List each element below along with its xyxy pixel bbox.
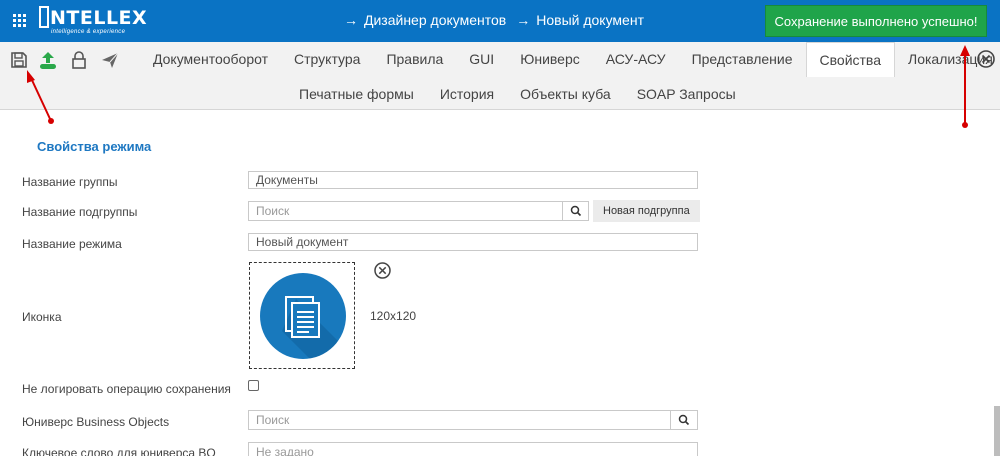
mode-label: Название режима — [22, 237, 122, 251]
sub-tabs: Печатные формы История Объекты куба SOAP… — [286, 80, 749, 108]
tab-asu-asu[interactable]: АСУ-АСУ — [593, 42, 679, 76]
lock-icon[interactable] — [69, 50, 89, 70]
success-toast[interactable]: Сохранение выполнено успешно! — [765, 5, 987, 37]
no-log-checkbox[interactable] — [248, 380, 259, 391]
close-icon[interactable] — [976, 49, 996, 69]
tab-universe[interactable]: Юниверс — [507, 42, 593, 76]
send-icon[interactable] — [100, 50, 120, 70]
document-icon — [260, 273, 346, 359]
mode-name-field[interactable] — [248, 233, 698, 251]
tab-soap-requests[interactable]: SOAP Запросы — [624, 80, 749, 108]
logo-tagline: intelligence & experience — [51, 29, 126, 35]
universe-label: Юниверс Business Objects — [22, 415, 170, 429]
icon-size-text: 120x120 — [370, 309, 417, 323]
tab-docflow[interactable]: Документооборот — [140, 42, 281, 76]
breadcrumb-item-designer[interactable]: Дизайнер документов — [364, 12, 506, 28]
upload-icon[interactable] — [38, 50, 58, 70]
tab-properties[interactable]: Свойства — [805, 42, 895, 77]
subgroup-search-button[interactable] — [562, 201, 589, 221]
tab-structure[interactable]: Структура — [281, 42, 373, 76]
keyword-field[interactable] — [248, 442, 698, 456]
keyword-label: Ключевое слово для юниверса BO — [22, 446, 216, 456]
tab-view[interactable]: Представление — [679, 42, 806, 76]
save-icon[interactable] — [9, 50, 29, 70]
tab-gui[interactable]: GUI — [456, 42, 507, 76]
subgroup-label: Название подгруппы — [22, 205, 138, 219]
tab-print-forms[interactable]: Печатные формы — [286, 80, 427, 108]
tab-rules[interactable]: Правила — [373, 42, 456, 76]
icon-label: Иконка — [22, 310, 62, 324]
toolbar: Документооборот Структура Правила GUI Юн… — [0, 42, 1000, 110]
breadcrumb: → Дизайнер документов → Новый документ — [344, 12, 644, 28]
search-icon — [570, 205, 582, 217]
logo-mark — [39, 6, 49, 28]
section-title: Свойства режима — [37, 139, 152, 154]
apps-grid-icon[interactable] — [13, 14, 27, 28]
universe-search-input[interactable] — [248, 410, 671, 430]
no-log-label: Не логировать операцию сохранения — [22, 382, 231, 396]
universe-search-button[interactable] — [670, 410, 698, 430]
search-icon — [678, 414, 690, 426]
group-label: Название группы — [22, 175, 118, 189]
icon-upload-area[interactable] — [249, 262, 355, 369]
scrollbar[interactable] — [994, 406, 1000, 456]
tab-cube-objects[interactable]: Объекты куба — [507, 80, 624, 108]
logo-text: NTELLEX — [50, 7, 148, 29]
new-subgroup-button[interactable]: Новая подгруппа — [593, 200, 700, 222]
breadcrumb-arrow-icon: → — [516, 12, 531, 28]
breadcrumb-item-current: Новый документ — [536, 12, 644, 28]
logo[interactable]: NTELLEX intelligence & experience — [39, 6, 147, 36]
tab-history[interactable]: История — [427, 80, 507, 108]
breadcrumb-arrow-icon: → — [344, 12, 358, 28]
subgroup-search-input[interactable] — [248, 201, 563, 221]
remove-icon-button[interactable] — [373, 261, 392, 280]
main-tabs: Документооборот Структура Правила GUI Юн… — [140, 42, 1000, 77]
group-field[interactable] — [248, 171, 698, 189]
